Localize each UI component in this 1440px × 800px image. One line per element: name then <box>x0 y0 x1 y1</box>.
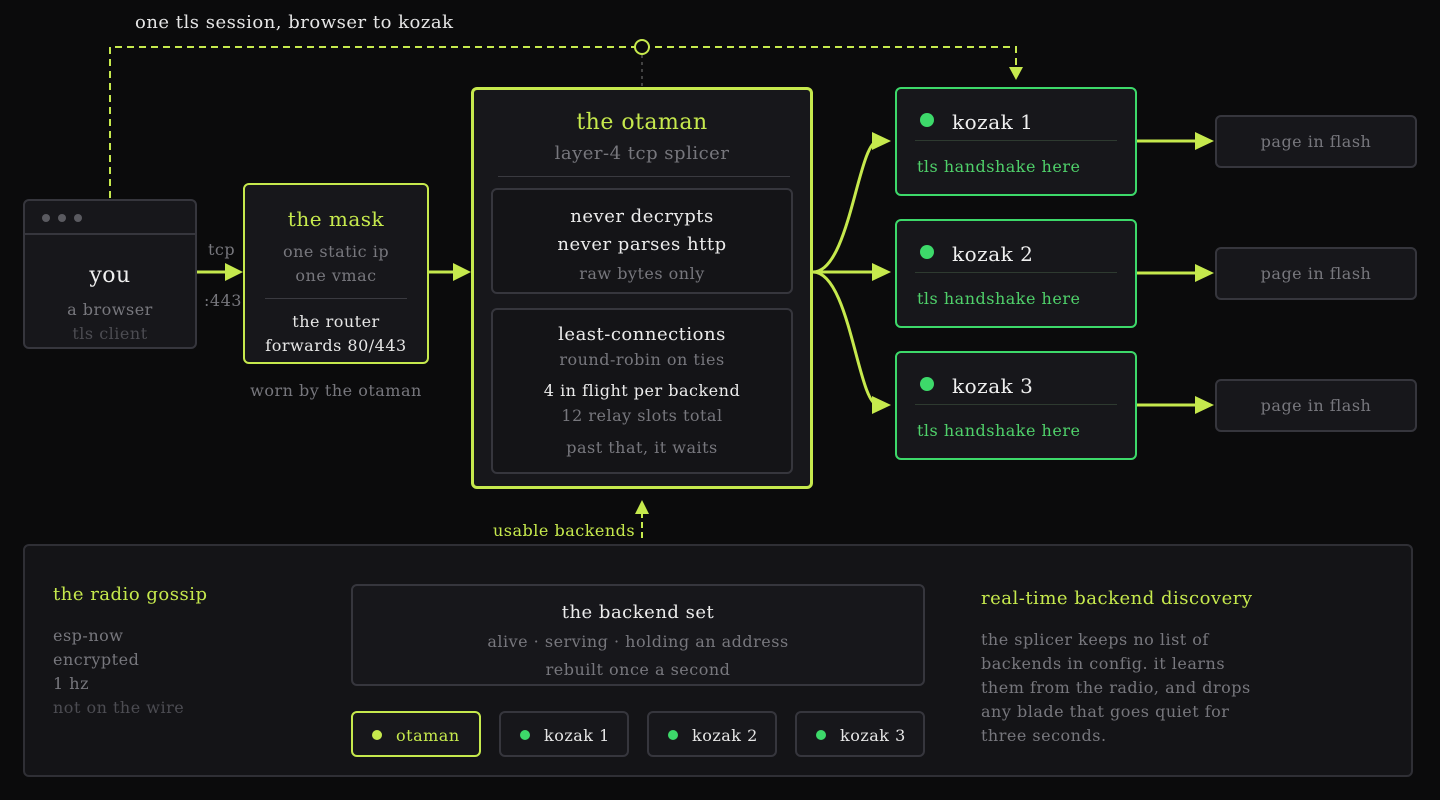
gossip-line1: esp-now <box>53 626 124 645</box>
panel2-line5: past that, it waits <box>566 438 718 457</box>
status-dot-icon <box>920 377 934 391</box>
port-label: :443 <box>204 291 242 310</box>
member-kozak-1-label: kozak 1 <box>544 726 610 745</box>
status-dot-icon <box>920 113 934 127</box>
kozak-2-name: kozak 2 <box>952 242 1034 266</box>
gossip-title: the radio gossip <box>53 584 208 605</box>
status-dot-icon <box>520 730 530 740</box>
member-chip-otaman: otaman <box>351 711 481 757</box>
member-kozak-3-label: kozak 3 <box>840 726 906 745</box>
page-in-flash-3: page in flash <box>1215 379 1417 432</box>
tls-session-arrowhead <box>1009 67 1023 80</box>
backend-set-box: the backend set alive · serving · holdin… <box>351 584 925 686</box>
you-sub2: tls client <box>72 324 148 343</box>
backend-set-line2: rebuilt once a second <box>545 660 731 679</box>
gossip-line4: not on the wire <box>53 698 185 717</box>
otaman-panel-decrypt: never decrypts never parses http raw byt… <box>491 188 793 294</box>
page-in-flash-3-label: page in flash <box>1260 396 1372 415</box>
panel1-line1: never decrypts <box>570 206 714 227</box>
discovery-title: real-time backend discovery <box>981 588 1253 609</box>
kozak-1-divider <box>915 140 1117 141</box>
page-in-flash-2-label: page in flash <box>1260 264 1372 283</box>
discovery-line3: them from the radio, and drops <box>981 678 1251 697</box>
tls-session-label: one tls session, browser to kozak <box>135 12 454 33</box>
member-chip-kozak-3: kozak 3 <box>795 711 925 757</box>
kozak-2-divider <box>915 272 1117 273</box>
page-in-flash-2: page in flash <box>1215 247 1417 300</box>
arrow-otaman-to-kozak-1 <box>812 139 879 274</box>
backend-set-line1: alive · serving · holding an address <box>487 632 789 651</box>
member-chip-kozak-1: kozak 1 <box>499 711 629 757</box>
mask-divider <box>265 298 407 299</box>
discovery-line2: backends in config. it learns <box>981 654 1226 673</box>
kozak-3-box: kozak 3 tls handshake here <box>895 351 1137 460</box>
usable-backends-label: usable backends <box>493 521 636 540</box>
otaman-panel-scheduling: least-connections round-robin on ties 4 … <box>491 308 793 474</box>
mask-line3: the router <box>292 312 380 331</box>
mask-caption: worn by the otaman <box>250 381 422 400</box>
member-otaman-label: otaman <box>396 726 460 745</box>
kozak-1-box: kozak 1 tls handshake here <box>895 87 1137 196</box>
otaman-divider <box>498 176 790 177</box>
panel2-line4: 12 relay slots total <box>561 406 723 425</box>
status-dot-icon <box>668 730 678 740</box>
kozak-2-note: tls handshake here <box>917 289 1081 308</box>
window-dot-icon <box>58 214 66 222</box>
tls-session-junction <box>634 39 650 55</box>
window-dot-icon <box>74 214 82 222</box>
backend-set-title: the backend set <box>561 602 715 623</box>
mask-line4: forwards 80/443 <box>265 336 407 355</box>
browser-window: you a browser tls client <box>23 199 197 349</box>
mask-line2: one vmac <box>295 266 377 285</box>
page-in-flash-1-label: page in flash <box>1260 132 1372 151</box>
status-dot-icon <box>372 730 382 740</box>
discovery-line4: any blade that goes quiet for <box>981 702 1230 721</box>
tcp-label: tcp <box>208 240 236 259</box>
panel1-line3: raw bytes only <box>579 264 705 283</box>
member-chip-kozak-2: kozak 2 <box>647 711 777 757</box>
you-sub1: a browser <box>67 300 153 319</box>
you-title: you <box>89 263 131 288</box>
browser-titlebar <box>25 201 195 235</box>
gossip-line2: encrypted <box>53 650 140 669</box>
discovery-line1: the splicer keeps no list of <box>981 630 1209 649</box>
otaman-box: the otaman layer-4 tcp splicer never dec… <box>471 87 813 489</box>
otaman-subtitle: layer-4 tcp splicer <box>554 143 730 164</box>
panel2-line2: round-robin on ties <box>559 350 725 369</box>
mask-box: the mask one static ip one vmac the rout… <box>243 183 429 364</box>
mask-title: the mask <box>287 207 385 231</box>
status-dot-icon <box>816 730 826 740</box>
kozak-1-note: tls handshake here <box>917 157 1081 176</box>
window-dot-icon <box>42 214 50 222</box>
status-dot-icon <box>920 245 934 259</box>
panel1-line2: never parses http <box>557 234 727 255</box>
kozak-3-divider <box>915 404 1117 405</box>
mask-line1: one static ip <box>282 242 390 261</box>
kozak-2-box: kozak 2 tls handshake here <box>895 219 1137 328</box>
kozak-3-note: tls handshake here <box>917 421 1081 440</box>
panel2-line1: least-connections <box>558 324 726 345</box>
kozak-1-name: kozak 1 <box>952 110 1034 134</box>
member-kozak-2-label: kozak 2 <box>692 726 758 745</box>
panel2-line3: 4 in flight per backend <box>543 381 741 400</box>
arrow-otaman-to-kozak-3 <box>812 270 879 407</box>
otaman-title: the otaman <box>576 110 708 135</box>
gossip-line3: 1 hz <box>53 674 89 693</box>
page-in-flash-1: page in flash <box>1215 115 1417 168</box>
discovery-line5: three seconds. <box>981 726 1107 745</box>
kozak-3-name: kozak 3 <box>952 374 1034 398</box>
